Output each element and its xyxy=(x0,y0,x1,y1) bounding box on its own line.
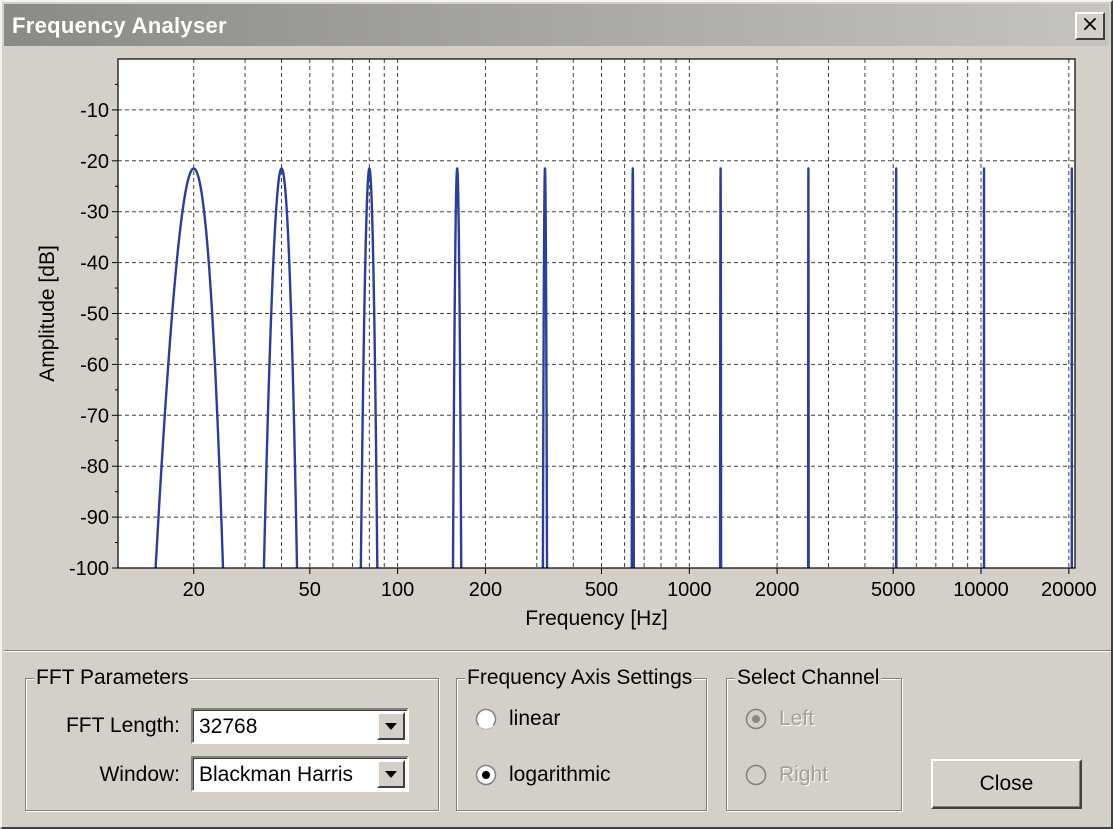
y-tick-label: -40 xyxy=(80,253,109,275)
x-tick-label: 100 xyxy=(381,579,414,601)
radio-right-label: Right xyxy=(779,763,829,786)
y-tick-label: -70 xyxy=(80,405,109,427)
y-tick-label: -20 xyxy=(80,151,109,173)
y-tick-label: -80 xyxy=(80,456,109,478)
y-tick-label: -60 xyxy=(80,354,109,376)
radio-linear-label: linear xyxy=(509,707,561,730)
select-channel-legend: Select Channel xyxy=(735,666,882,690)
spectrum-chart: -10 -20 -30 -40 -50 -60 -70 -80 -90 -100 20 50 100 20… xyxy=(12,48,1102,646)
x-tick-label: 10000 xyxy=(953,579,1009,601)
select-channel-group: Select Channel Left Right xyxy=(726,666,902,811)
window-value: Blackman Harris xyxy=(199,763,354,786)
fft-parameters-group: FFT Parameters FFT Length: 32768 Window:… xyxy=(25,666,439,811)
frequency-axis-legend: Frequency Axis Settings xyxy=(465,666,695,690)
chevron-down-icon xyxy=(385,723,397,730)
y-tick-label: -100 xyxy=(69,558,109,580)
x-tick-label: 2000 xyxy=(755,579,800,601)
y-tick-label: -10 xyxy=(80,100,109,122)
spectrum-peak xyxy=(630,167,635,569)
y-tick-label: -90 xyxy=(80,507,109,529)
panel-separator xyxy=(4,650,1111,652)
x-tick-label: 500 xyxy=(585,579,618,601)
close-button[interactable]: Close xyxy=(931,759,1082,809)
window-select[interactable]: Blackman Harris xyxy=(191,756,409,792)
frequency-axis-group: Frequency Axis Settings linear logarithm… xyxy=(456,666,707,811)
window-label: Window: xyxy=(99,763,180,786)
spectrum-peak xyxy=(718,167,723,569)
x-tick-label: 200 xyxy=(469,579,502,601)
fft-length-dropdown-button[interactable] xyxy=(377,712,405,740)
close-icon[interactable]: × xyxy=(1075,12,1105,40)
fft-parameters-legend: FFT Parameters xyxy=(34,666,191,690)
radio-logarithmic[interactable]: logarithmic xyxy=(475,762,665,792)
radio-linear-circle xyxy=(475,708,497,730)
frequency-analyser-window: Frequency Analyser × -10 -20 -30 -40 -50 -60-… xyxy=(0,0,1113,829)
spectrum-chart-svg: -10 -20 -30 -40 -50 -60 -70 -80 -90 -100 20 50 100 20… xyxy=(36,58,1097,630)
x-tick-label: 5000 xyxy=(871,579,916,601)
x-tick-label: 50 xyxy=(299,579,321,601)
radio-logarithmic-circle xyxy=(475,764,497,786)
fft-length-select[interactable]: 32768 xyxy=(191,708,409,744)
radio-right[interactable]: Right xyxy=(745,762,865,792)
radio-logarithmic-label: logarithmic xyxy=(509,763,611,786)
window-title: Frequency Analyser xyxy=(12,13,227,38)
window-dropdown-button[interactable] xyxy=(377,760,405,788)
x-tick-label: 20 xyxy=(183,579,205,601)
spectrum-peak xyxy=(806,167,810,569)
radio-left-circle xyxy=(745,708,767,730)
fft-length-label: FFT Length: xyxy=(65,714,180,737)
radio-linear[interactable]: linear xyxy=(475,706,635,736)
title-bar: Frequency Analyser × xyxy=(4,4,1109,46)
x-tick-label: 1000 xyxy=(667,579,712,601)
x-tick-label: 20000 xyxy=(1041,579,1097,601)
radio-left[interactable]: Left xyxy=(745,706,865,736)
radio-left-label: Left xyxy=(779,707,815,730)
y-tick-label: -30 xyxy=(80,202,109,224)
x-axis-title: Frequency [Hz] xyxy=(525,607,667,630)
radio-right-circle xyxy=(745,764,767,786)
y-tick-label: -50 xyxy=(80,304,109,326)
y-axis-title: Amplitude [dB] xyxy=(36,245,59,382)
chevron-down-icon xyxy=(385,771,397,778)
fft-length-value: 32768 xyxy=(199,715,258,738)
